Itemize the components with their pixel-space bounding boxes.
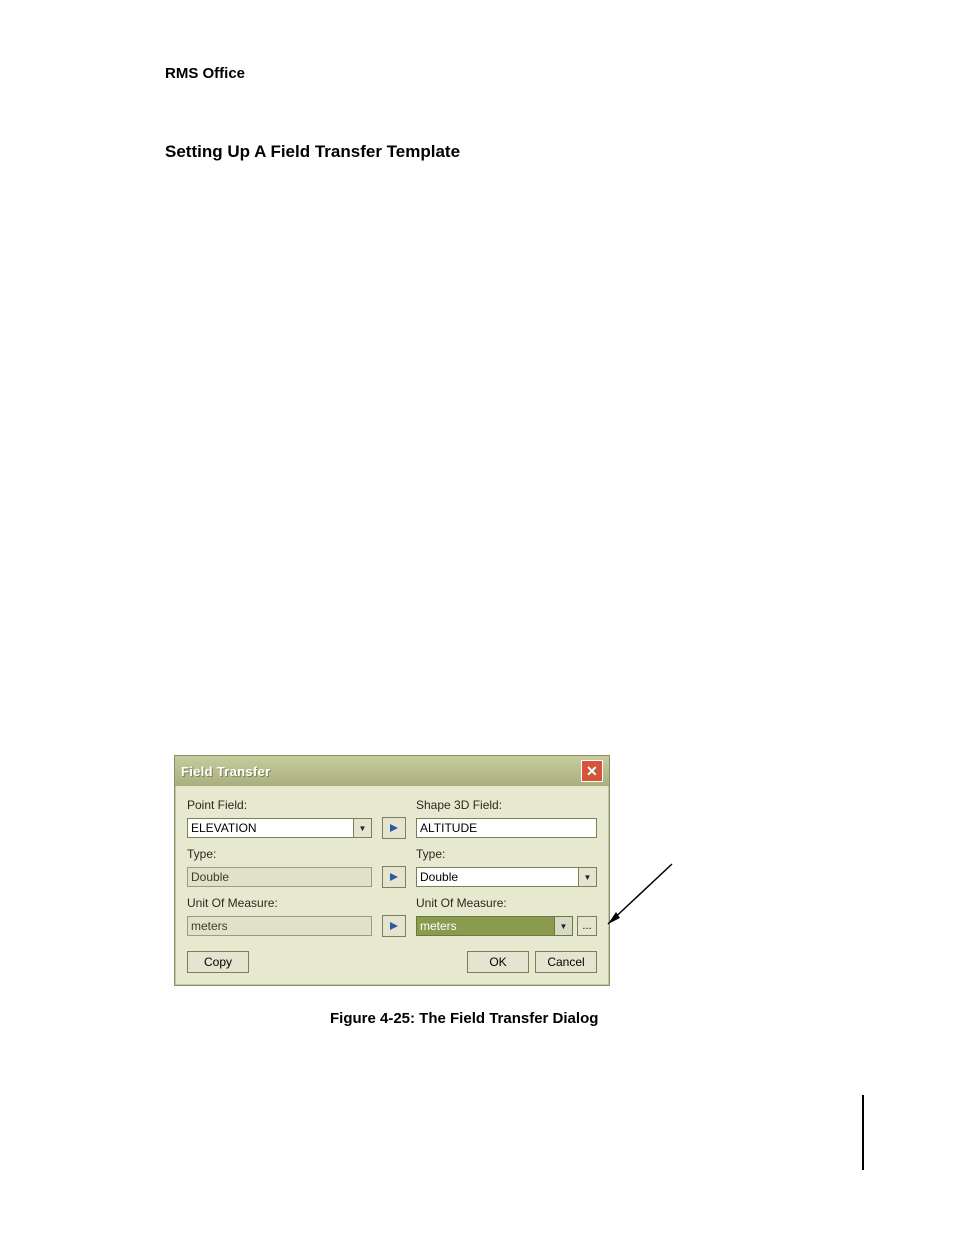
section-heading: Setting Up A Field Transfer Template [165,142,864,162]
uom-left-value: meters [191,919,228,933]
shape-field-input[interactable]: ALTITUDE [416,818,597,838]
close-icon: ✕ [586,764,598,778]
type-left-readonly: Double [187,867,372,887]
play-icon [389,823,399,833]
point-field-label: Point Field: [187,798,372,812]
ok-button[interactable]: OK [467,951,529,973]
type-left-value: Double [191,870,229,884]
copy-button[interactable]: Copy [187,951,249,973]
margin-rule [862,1095,864,1170]
transfer-uom-button[interactable] [382,915,406,937]
field-transfer-dialog: Field Transfer ✕ Point Field: Shape 3D F… [174,755,610,986]
play-icon [389,872,399,882]
type-right-value: Double [420,870,458,884]
uom-left-readonly: meters [187,916,372,936]
dialog-titlebar: Field Transfer ✕ [175,756,609,786]
type-right-label: Type: [416,847,597,861]
point-field-select[interactable]: ELEVATION ▼ [187,818,372,838]
chevron-down-icon: ▼ [353,819,371,837]
chevron-down-icon: ▼ [554,917,572,935]
uom-browse-button[interactable]: ... [577,916,597,936]
point-field-value: ELEVATION [191,821,257,835]
transfer-type-button[interactable] [382,866,406,888]
uom-right-label: Unit Of Measure: [416,896,597,910]
uom-right-select[interactable]: meters ▼ [416,916,573,936]
type-left-label: Type: [187,847,372,861]
cancel-button[interactable]: Cancel [535,951,597,973]
dialog-title: Field Transfer [181,764,270,779]
chevron-down-icon: ▼ [578,868,596,886]
transfer-point-field-button[interactable] [382,817,406,839]
callout-arrow [604,862,674,932]
uom-left-label: Unit Of Measure: [187,896,372,910]
figure-caption: Figure 4-25: The Field Transfer Dialog [330,1010,598,1027]
page-header: RMS Office [165,65,864,82]
type-right-select[interactable]: Double ▼ [416,867,597,887]
uom-right-value: meters [420,919,457,933]
shape-field-label: Shape 3D Field: [416,798,597,812]
shape-field-value: ALTITUDE [420,821,477,835]
close-button[interactable]: ✕ [581,760,603,782]
play-icon [389,921,399,931]
